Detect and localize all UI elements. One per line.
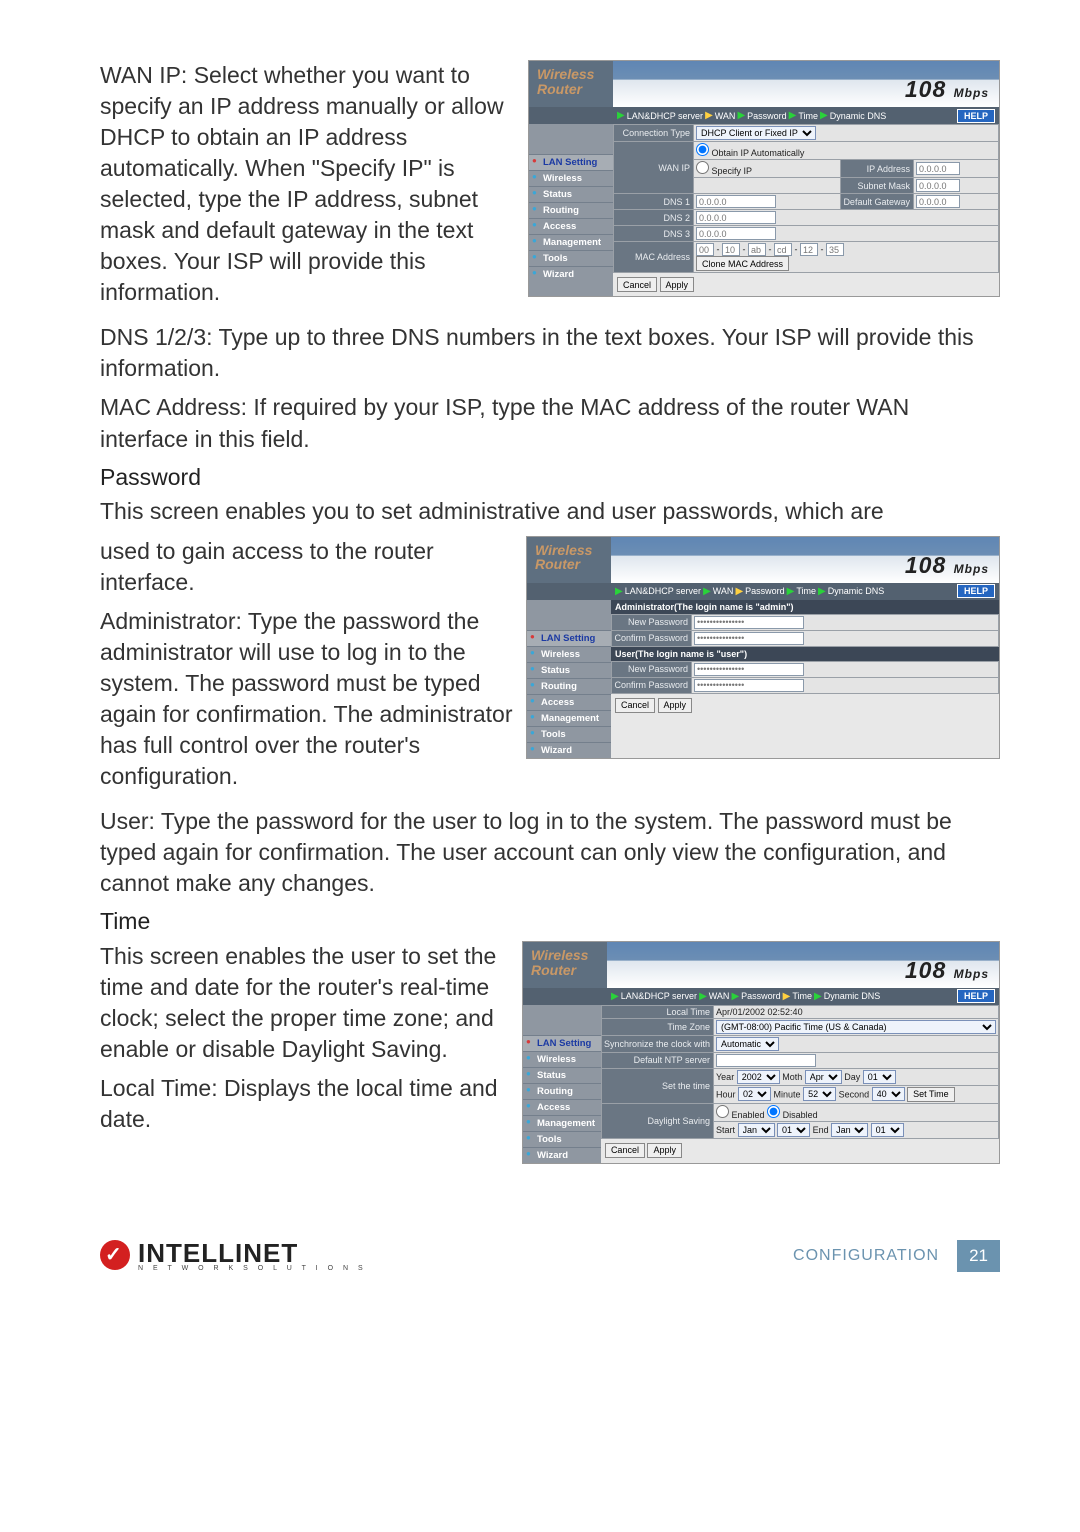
mac-3[interactable] [748,243,766,256]
obtain-ip-radio[interactable] [696,143,709,156]
apply-button[interactable]: Apply [647,1143,682,1158]
sync-select[interactable]: Automatic [716,1037,779,1051]
sidebar-item-wireless[interactable]: Wireless [529,170,613,186]
ip-address-input[interactable] [916,162,960,175]
apply-button[interactable]: Apply [658,698,693,713]
month-select[interactable]: Apr [805,1070,842,1084]
ds-end-day[interactable]: 01 [871,1123,904,1137]
body-text: DNS 1/2/3: Type up to three DNS numbers … [100,322,1000,384]
ds-start-month[interactable]: Jan [738,1123,775,1137]
mac-5[interactable] [800,243,818,256]
apply-button[interactable]: Apply [660,277,695,292]
cancel-button[interactable]: Cancel [615,698,655,713]
mac-1[interactable] [696,243,714,256]
year-select[interactable]: 2002 [737,1070,780,1084]
time-screenshot: WirelessRouter 108 Mbps ▶LAN&DHCP server… [522,941,1000,1164]
dns1-input[interactable] [696,195,776,208]
ds-start-day[interactable]: 01 [777,1123,810,1137]
help-button[interactable]: HELP [957,584,995,598]
page-number: 21 [957,1240,1000,1272]
breadcrumb: ▶LAN&DHCP server ▶WAN ▶Password ▶Time ▶D… [613,110,957,121]
help-button[interactable]: HELP [957,989,995,1003]
user-group: User(The login name is "user") [611,647,999,661]
conn-type-label: Connection Type [614,125,694,142]
sidebar-item-access[interactable]: Access [529,218,613,234]
gateway-input[interactable] [916,195,960,208]
mac-2[interactable] [722,243,740,256]
admin-group: Administrator(The login name is "admin") [611,600,999,614]
body-text: MAC Address: If required by your ISP, ty… [100,392,1000,454]
timezone-select[interactable]: (GMT-08:00) Pacific Time (US & Canada) [716,1020,996,1034]
ds-disabled-radio[interactable] [767,1105,780,1118]
sidebar: LAN Setting Wireless Status Routing Acce… [529,124,613,296]
dns2-input[interactable] [696,211,776,224]
dns3-input[interactable] [696,227,776,240]
cancel-button[interactable]: Cancel [617,277,657,292]
sidebar-item-status[interactable]: Status [529,186,613,202]
subnet-mask-input[interactable] [916,179,960,192]
body-text: This screen enables you to set administr… [100,496,1000,527]
page-footer: CONFIGURATION 21 [793,1240,1000,1272]
set-time-button[interactable]: Set Time [907,1087,955,1102]
ds-enabled-radio[interactable] [716,1105,729,1118]
password-screenshot: WirelessRouter 108 Mbps ▶LAN&DHCP server… [526,536,1000,759]
minute-select[interactable]: 52 [803,1087,836,1101]
router-brand: WirelessRouter [529,61,613,107]
mac-6[interactable] [826,243,844,256]
day-select[interactable]: 01 [863,1070,896,1084]
sidebar-item-wizard[interactable]: Wizard [529,266,613,282]
mac-4[interactable] [774,243,792,256]
password-heading: Password [100,463,1000,493]
banner: 108 Mbps [613,61,999,107]
sidebar-item-management[interactable]: Management [529,234,613,250]
user-confirm-password[interactable] [694,679,804,692]
second-select[interactable]: 40 [872,1087,905,1101]
time-heading: Time [100,907,1000,937]
sidebar-item-tools[interactable]: Tools [529,250,613,266]
ntp-input[interactable] [716,1054,816,1067]
intellinet-logo-icon [100,1240,130,1270]
local-time-value: Apr/01/2002 02:52:40 [714,1005,999,1018]
wanip-label: WAN IP [614,142,694,194]
conn-type-select[interactable]: DHCP Client or Fixed IP [696,126,816,140]
wan-screenshot: WirelessRouter 108 Mbps ▶LAN&DHCP server… [528,60,1000,297]
specify-ip-radio[interactable] [696,161,709,174]
admin-confirm-password[interactable] [694,632,804,645]
sidebar-item-lan[interactable]: LAN Setting [529,154,613,170]
admin-new-password[interactable] [694,616,804,629]
help-button[interactable]: HELP [957,109,995,123]
ds-end-month[interactable]: Jan [831,1123,868,1137]
user-new-password[interactable] [694,663,804,676]
hour-select[interactable]: 02 [738,1087,771,1101]
cancel-button[interactable]: Cancel [605,1143,645,1158]
brand-footer: INTELLINET N E T W O R K S O L U T I O N… [100,1238,367,1272]
clone-mac-button[interactable]: Clone MAC Address [696,256,789,271]
body-text: User: Type the password for the user to … [100,806,1000,899]
sidebar-item-routing[interactable]: Routing [529,202,613,218]
